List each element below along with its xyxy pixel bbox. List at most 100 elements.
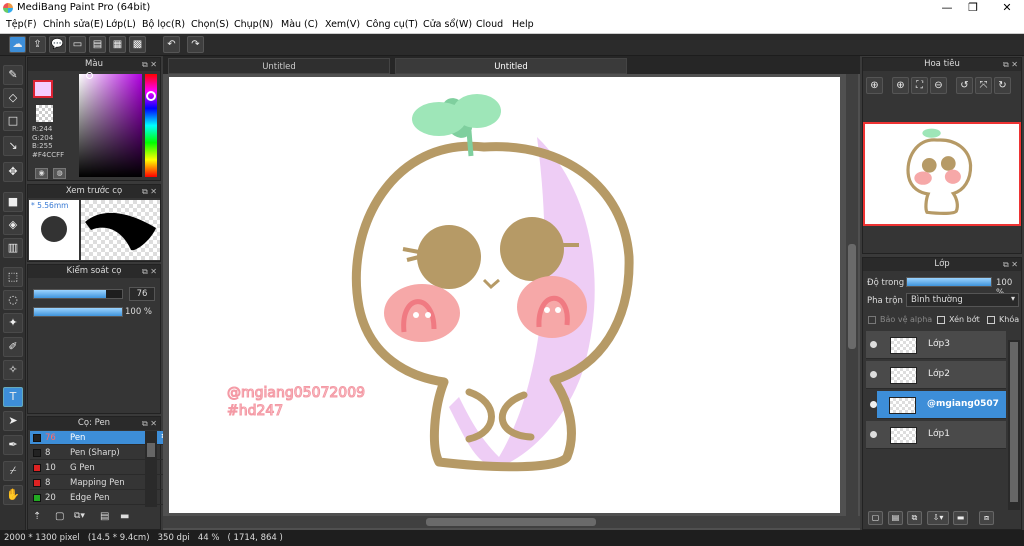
panels-icon[interactable]: ▦ [109, 36, 126, 53]
brush-copy-icon[interactable]: ⧉▾ [74, 511, 85, 521]
panel-controls-icon[interactable]: ⧉ ✕ [142, 265, 157, 278]
panel-controls-icon[interactable]: ⧉ ✕ [142, 417, 157, 430]
text-tool-icon[interactable]: T [3, 387, 23, 407]
hue-slider[interactable] [145, 74, 157, 177]
menu-window[interactable]: Cửa sổ(W) [423, 19, 472, 30]
menu-file[interactable]: Tệp(F) [6, 19, 37, 30]
duplicate-layer-icon[interactable]: ⧉ [907, 511, 922, 525]
magic-wand-tool-icon[interactable]: ✦ [3, 313, 23, 333]
bucket-tool-icon[interactable]: ◈ [3, 215, 23, 235]
brush-add-icon[interactable]: ⇡ [33, 511, 41, 522]
hue-handle[interactable] [146, 91, 156, 101]
brush-opacity-slider[interactable] [33, 307, 123, 317]
close-button[interactable]: ✕ [992, 1, 1022, 15]
menu-help[interactable]: Help [512, 19, 534, 30]
menu-edit[interactable]: Chỉnh sửa(E) [43, 19, 104, 30]
drawing-canvas[interactable]: @mgiang05072009 #hd247 [169, 77, 840, 513]
dropper-tool-icon[interactable]: ✒ [3, 435, 23, 455]
lasso-tool-icon[interactable]: ◌ [3, 290, 23, 310]
brush-size-value[interactable]: 76 [129, 287, 155, 301]
canvas-vertical-scrollbar[interactable] [846, 74, 858, 516]
tab-untitled-1[interactable]: Untitled [168, 58, 390, 74]
saturation-value-picker[interactable] [79, 74, 142, 177]
operation-tool-icon[interactable]: ➤ [3, 411, 23, 431]
rotate-reset-icon[interactable]: ↻ [994, 77, 1011, 94]
color-palette-icon[interactable]: ◉ [35, 168, 48, 179]
foreground-color-swatch[interactable] [33, 80, 53, 98]
brush-size-slider[interactable] [33, 289, 123, 299]
cloud-icon[interactable]: ☁ [9, 36, 26, 53]
brush-folder-icon[interactable]: ▬ [120, 511, 129, 522]
menu-color[interactable]: Màu (C) [281, 19, 318, 30]
vertical-scroll-thumb[interactable] [848, 244, 856, 349]
eraser-tool-icon[interactable]: ◇ [3, 88, 23, 108]
eye-icon[interactable] [870, 341, 877, 348]
color-add-icon[interactable]: ◍ [53, 168, 66, 179]
eye-icon[interactable] [870, 431, 877, 438]
layer-opacity-slider[interactable] [906, 277, 992, 287]
menu-select[interactable]: Chọn(S) [191, 19, 229, 30]
page-icon[interactable]: ▤ [89, 36, 106, 53]
select-pen-tool-icon[interactable]: ✐ [3, 337, 23, 357]
pen-stroke-tool-icon[interactable]: ↘ [3, 136, 23, 156]
fill-rect-tool-icon[interactable]: ■ [3, 192, 23, 212]
picker-cursor [86, 72, 93, 79]
speech-icon[interactable]: 💬 [49, 36, 66, 53]
layer-delete-icon[interactable]: ⧈ [979, 511, 994, 525]
menu-layer[interactable]: Lớp(L) [106, 19, 136, 30]
transparent-color-swatch[interactable] [36, 105, 53, 122]
layer-merge-icon[interactable]: ⇩▾ [927, 511, 949, 525]
eyedropper-tool-icon[interactable]: ⌿ [3, 461, 23, 481]
layer-row-lop1[interactable]: Lớp1 [866, 421, 1006, 449]
blend-mode-select[interactable]: Bình thường ▾ [906, 293, 1019, 307]
layer-row-lop2[interactable]: Lớp2 [866, 361, 1006, 389]
layer-list-scrollbar[interactable] [1008, 340, 1020, 510]
maximize-button[interactable]: ❐ [958, 1, 988, 15]
zoom-in-icon[interactable]: ⊕ [892, 77, 909, 94]
eye-icon[interactable] [870, 371, 877, 378]
shape-tool-icon[interactable]: □ [3, 111, 23, 131]
horizontal-scroll-thumb[interactable] [426, 518, 596, 526]
lock-checkbox[interactable] [987, 316, 995, 324]
zoom-out-icon[interactable]: ⊖ [930, 77, 947, 94]
panel-controls-icon[interactable]: ⧉ ✕ [1003, 258, 1018, 271]
layer-row-watermark[interactable]: @mgiang0507 [870, 391, 1006, 419]
menu-capture[interactable]: Chụp(N) [234, 19, 273, 30]
menu-view[interactable]: Xem(V) [325, 19, 360, 30]
brush-tool-icon[interactable]: ✎ [3, 65, 23, 85]
eye-icon[interactable] [870, 401, 877, 408]
export-icon[interactable]: ⇪ [29, 36, 46, 53]
menu-tools[interactable]: Công cụ(T) [366, 19, 418, 30]
canvas-horizontal-scrollbar[interactable] [163, 516, 860, 528]
brush-new-icon[interactable]: ▢ [55, 511, 64, 522]
rotate-left-icon[interactable]: ↺ [956, 77, 973, 94]
navigator-preview[interactable] [863, 122, 1021, 226]
gradient-tool-icon[interactable]: ▥ [3, 238, 23, 258]
rect-select-tool-icon[interactable]: ⬚ [3, 267, 23, 287]
panel-controls-icon[interactable]: ⧉ ✕ [1003, 58, 1018, 71]
brush-preview-panel: Xem trước cọ ⧉ ✕ * 5.56mm [27, 184, 161, 262]
comment-icon[interactable]: ▭ [69, 36, 86, 53]
select-eraser-tool-icon[interactable]: ✧ [3, 360, 23, 380]
redo-icon[interactable]: ↷ [187, 36, 204, 53]
tab-untitled-2[interactable]: Untitled [395, 58, 627, 74]
layer-folder-icon[interactable]: ▬ [953, 511, 968, 525]
new-layer-icon[interactable]: ▢ [868, 511, 883, 525]
flip-icon[interactable]: ⤧ [975, 77, 992, 94]
menu-filter[interactable]: Bộ lọc(R) [142, 19, 185, 30]
move-tool-icon[interactable]: ✥ [3, 162, 23, 182]
clipping-checkbox[interactable] [937, 316, 945, 324]
zoom-reset-icon[interactable]: ⊕ [866, 77, 883, 94]
menu-cloud[interactable]: Cloud [476, 19, 503, 30]
protect-alpha-checkbox[interactable] [868, 316, 876, 324]
hand-tool-icon[interactable]: ✋ [3, 485, 23, 505]
undo-icon[interactable]: ↶ [163, 36, 180, 53]
panel-controls-icon[interactable]: ⧉ ✕ [142, 58, 157, 71]
brush-list-scrollbar[interactable] [145, 431, 157, 507]
grid-icon[interactable]: ▩ [129, 36, 146, 53]
layer-row-lop3[interactable]: Lớp3 [866, 331, 1006, 359]
brush-settings-icon[interactable]: ▤ [100, 511, 109, 522]
new-raster-layer-icon[interactable]: ▤ [888, 511, 903, 525]
panel-controls-icon[interactable]: ⧉ ✕ [142, 185, 157, 198]
fit-screen-icon[interactable]: ⛶ [911, 77, 928, 94]
